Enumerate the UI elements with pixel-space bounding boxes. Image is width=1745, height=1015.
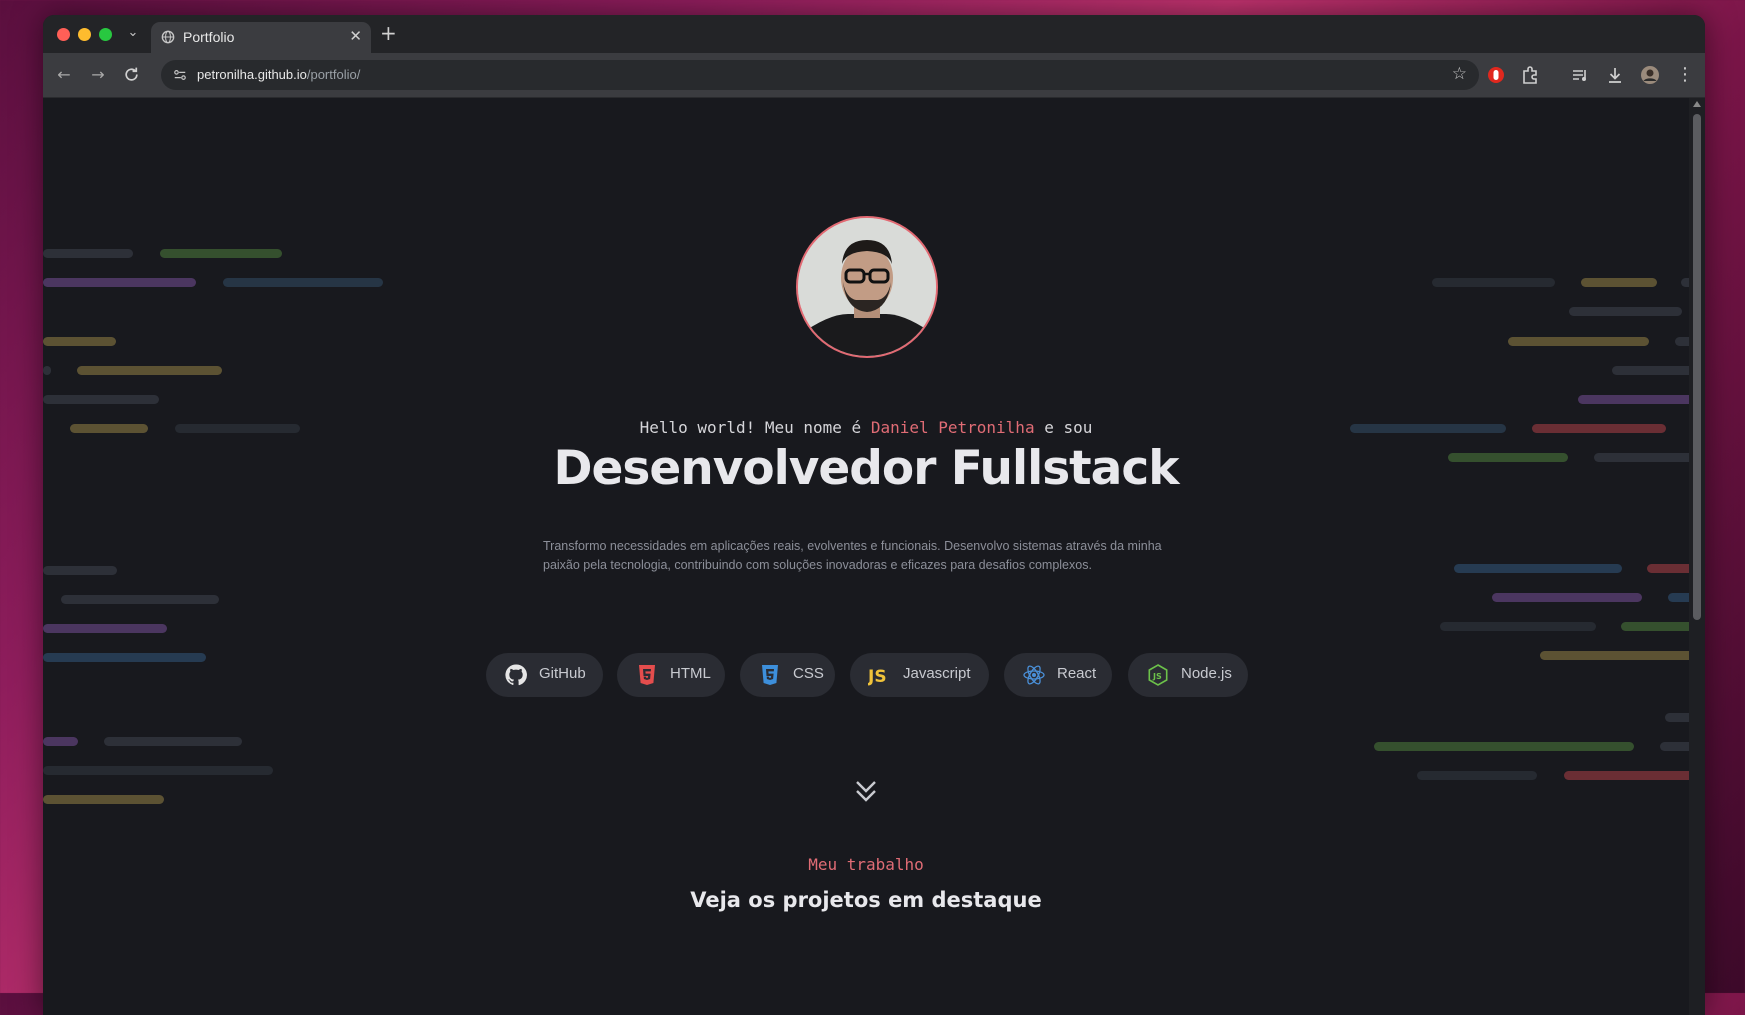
site-settings-icon[interactable] [173,68,187,82]
skill-label: Node.js [1181,665,1232,682]
scroll-up-arrow-icon[interactable] [1693,101,1701,107]
skill-label: GitHub [539,665,586,682]
code-line [1508,337,1649,346]
code-line [1578,395,1689,404]
svg-text:JS: JS [868,667,887,687]
hero-description: Transformo necessidades em aplicações re… [543,539,1162,572]
code-line [43,366,51,375]
skill-chip-css[interactable]: CSS [740,653,835,697]
html5-icon [639,665,655,685]
scrollbar-thumb[interactable] [1693,114,1701,620]
code-line [1665,713,1689,722]
page-viewport: Hello world! Meu nome é Daniel Petronilh… [43,98,1689,1015]
skill-chip-react[interactable]: React [1004,653,1112,697]
browser-toolbar: ← → petronilha.github.io/portfolio/ ☆ ⋮ [43,53,1705,98]
back-arrow-icon[interactable]: ← [54,65,74,85]
code-line [104,737,242,746]
javascript-icon: JS [868,667,887,687]
code-line [1660,742,1689,751]
code-line [1675,337,1689,346]
skill-chip-javascript[interactable]: JS Javascript [850,653,989,697]
skill-label: HTML [670,665,711,682]
code-line [43,395,159,404]
extension-red-icon[interactable] [1485,64,1507,86]
code-line [61,595,219,604]
code-line [1492,593,1642,602]
css3-icon [762,665,778,685]
nodejs-icon: JS [1148,664,1168,686]
skill-label: React [1057,665,1097,682]
bookmark-star-icon[interactable]: ☆ [1452,64,1467,84]
url-text: petronilha.github.io/portfolio/ [197,67,360,82]
code-line [43,737,78,746]
code-line [77,366,222,375]
code-line [43,624,167,633]
forward-arrow-icon[interactable]: → [88,65,108,85]
code-line [1540,651,1689,660]
page-scrollbar[interactable] [1689,98,1705,1015]
code-line [43,766,273,775]
extensions-puzzle-icon[interactable] [1519,64,1541,86]
globe-icon [161,30,175,44]
react-icon [1023,665,1045,685]
greeting-name: Daniel Petronilha [870,418,1035,437]
code-line [1621,622,1689,631]
code-line [1569,307,1682,316]
tab-title: Portfolio [183,29,235,45]
media-controls-icon[interactable] [1569,64,1591,86]
code-line [1374,742,1634,751]
code-line [43,566,117,575]
code-line [1581,278,1657,287]
profile-avatar-icon[interactable] [1639,64,1661,86]
code-line [160,249,282,258]
code-line [43,795,164,804]
reload-icon[interactable] [123,66,140,83]
svg-text:JS: JS [1152,672,1162,681]
minimize-window-button[interactable] [78,28,91,41]
skill-chip-nodejs[interactable]: JS Node.js [1128,653,1248,697]
skill-label: Javascript [903,665,971,682]
profile-photo-image [798,218,936,356]
maximize-window-button[interactable] [99,28,112,41]
code-line [1668,593,1689,602]
code-line [1454,564,1622,573]
skill-chip-github[interactable]: GitHub [486,653,603,697]
code-line [1440,622,1596,631]
menu-kebab-icon[interactable]: ⋮ [1675,65,1695,85]
code-line [1612,366,1689,375]
code-line [1681,278,1689,287]
tab-search-chevron-icon[interactable]: ⌄ [123,23,143,43]
greeting-prefix: Hello world! Meu nome é [639,418,871,437]
close-tab-icon[interactable]: ✕ [349,27,362,45]
close-window-button[interactable] [57,28,70,41]
tab-portfolio[interactable]: Portfolio ✕ [151,22,371,53]
hero-greeting: Hello world! Meu nome é Daniel Petronilh… [43,418,1689,437]
skill-chip-html[interactable]: HTML [617,653,725,697]
github-icon [505,664,527,686]
url-path: /portfolio/ [306,67,361,82]
hero-headline: Desenvolvedor Fullstack [553,441,1180,496]
greeting-suffix: e sou [1034,418,1093,437]
section-kicker: Meu trabalho [808,855,924,874]
code-line [43,278,196,287]
code-line [1417,771,1537,780]
url-host: petronilha.github.io [197,67,307,82]
address-bar[interactable]: petronilha.github.io/portfolio/ ☆ [161,60,1479,90]
code-line [43,653,206,662]
tab-bar: ⌄ Portfolio ✕ + [43,15,1705,53]
section-title: Veja os projetos em destaque [690,888,1042,912]
code-line [43,337,116,346]
browser-window: ⌄ Portfolio ✕ + ← → petronilha.github.io… [43,15,1705,1015]
skill-label: CSS [793,665,824,682]
code-line [1432,278,1555,287]
code-line [1647,564,1689,573]
new-tab-button[interactable]: + [380,21,397,45]
code-line [223,278,383,287]
profile-photo [796,216,938,358]
scroll-down-chevron-icon[interactable] [854,778,878,806]
code-line [43,249,133,258]
download-icon[interactable] [1604,64,1626,86]
code-line [1564,771,1689,780]
